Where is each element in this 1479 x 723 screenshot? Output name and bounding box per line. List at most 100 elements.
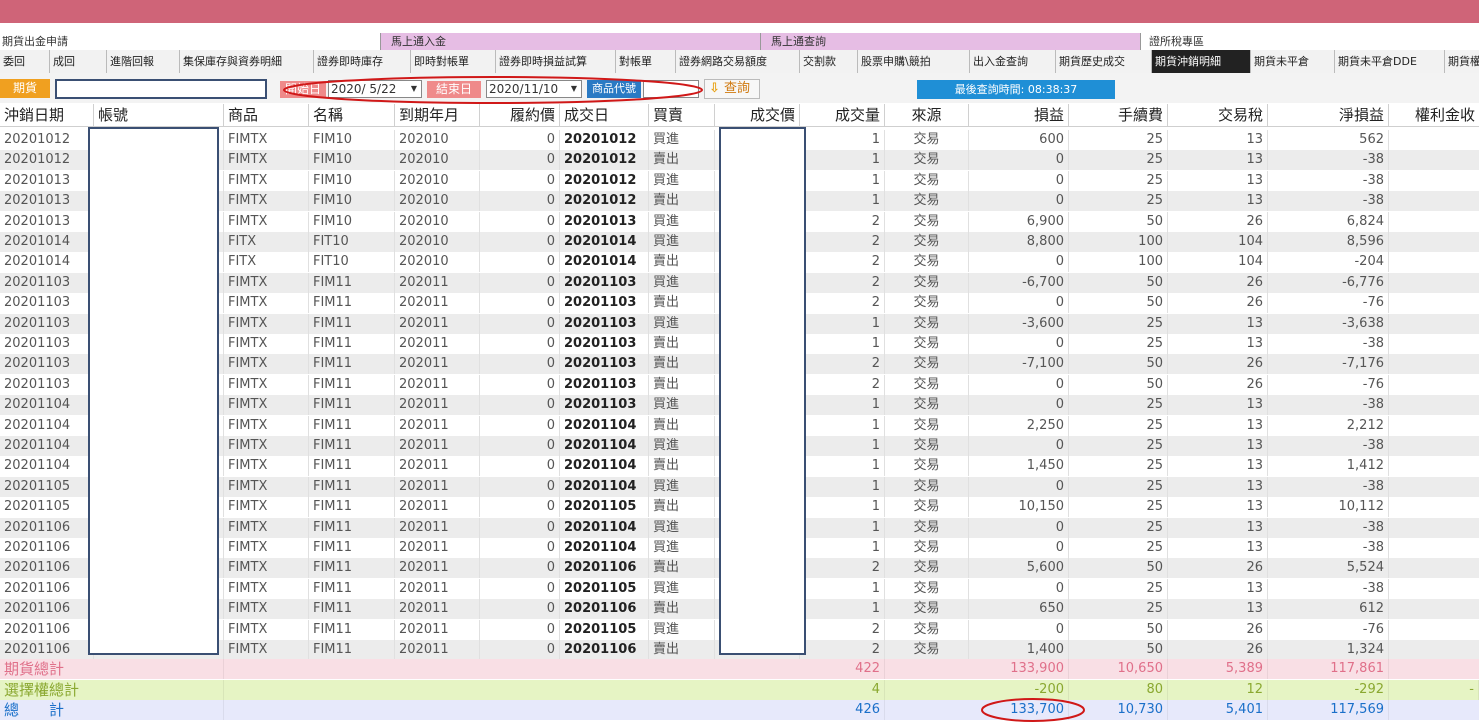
last-query-time: 最後查詢時間: 08:38:37 <box>917 80 1115 99</box>
cell-source: 交易 <box>885 599 969 620</box>
tab-futures-open[interactable]: 期貨未平倉 <box>1251 50 1335 73</box>
col-tax[interactable]: 交易稅 <box>1168 104 1268 126</box>
cell-net-pnl: -38 <box>1268 517 1389 538</box>
col-trade-date[interactable]: 成交日 <box>560 104 649 126</box>
col-side[interactable]: 買賣 <box>649 104 715 126</box>
col-qty[interactable]: 成交量 <box>800 104 885 126</box>
cell-name: FIM11 <box>309 395 395 416</box>
tab-futures-open-dde[interactable]: 期貨未平倉DDE <box>1335 50 1445 73</box>
tab-futures-history[interactable]: 期貨歷史成交 <box>1056 50 1152 73</box>
section-tax[interactable]: 證所稅專區 <box>1140 33 1479 50</box>
cell-trade-date: 20201103 <box>560 334 649 354</box>
query-button[interactable]: ⇩ 查詢 <box>704 79 760 99</box>
cell-strike: 0 <box>480 558 560 579</box>
cell-fee: 50 <box>1069 272 1168 293</box>
cell-strike: 0 <box>480 619 560 640</box>
section-deposit[interactable]: 馬上通入金 <box>380 33 760 50</box>
cell-product: FIMTX <box>224 415 309 436</box>
tab-custody[interactable]: 集保庫存與資券明細 <box>180 50 314 73</box>
cell-side: 賣出 <box>649 191 715 212</box>
tab-trading-limit[interactable]: 證券網路交易額度 <box>676 50 800 73</box>
cell-pnl: 5,600 <box>969 558 1069 579</box>
cell-expiry: 202011 <box>395 497 480 518</box>
tab-statement[interactable]: 對帳單 <box>616 50 676 73</box>
cell-premium <box>1389 273 1479 293</box>
section-query[interactable]: 馬上通查詢 <box>760 33 1140 50</box>
account-input[interactable] <box>55 79 267 99</box>
tab-fill-report[interactable]: 成回 <box>50 50 107 73</box>
col-source[interactable]: 來源 <box>885 104 969 126</box>
col-name[interactable]: 名稱 <box>309 104 395 126</box>
tab-advanced-report[interactable]: 進階回報 <box>107 50 180 73</box>
col-pnl[interactable]: 損益 <box>969 104 1069 126</box>
cell-tax: 26 <box>1168 272 1268 293</box>
market-select[interactable]: 期貨 <box>0 79 50 98</box>
cell-side: 賣出 <box>649 497 715 518</box>
col-net-pnl[interactable]: 淨損益 <box>1268 104 1389 126</box>
col-offset-date[interactable]: 沖銷日期 <box>0 104 94 126</box>
cell-source: 交易 <box>885 578 969 599</box>
cell-fee: 50 <box>1069 211 1168 232</box>
cell-offset-date: 20201106 <box>0 619 94 640</box>
tab-stock-inventory[interactable]: 證券即時庫存 <box>314 50 411 73</box>
cell-product: FIMTX <box>224 538 309 558</box>
cell-expiry: 202011 <box>395 415 480 436</box>
cell-net-pnl: -38 <box>1268 150 1389 171</box>
tab-futures-rights[interactable]: 期貨權 <box>1445 50 1479 73</box>
section-withdrawal[interactable]: 期貨出金申請 <box>0 33 380 50</box>
tab-pnl-estimate[interactable]: 證券即時損益試算 <box>496 50 616 73</box>
cell-net-pnl: 1,324 <box>1268 640 1389 660</box>
cell-product: FIMTX <box>224 191 309 212</box>
cell-side: 買進 <box>649 619 715 640</box>
cell-qty: 2 <box>800 354 885 375</box>
cell-strike: 0 <box>480 293 560 314</box>
col-price[interactable]: 成交價 <box>715 104 800 126</box>
cell-tax: 13 <box>1168 415 1268 436</box>
total-fee: 10,650 <box>1069 659 1168 679</box>
tab-order-report[interactable]: 委回 <box>0 50 50 73</box>
cell-pnl: 8,800 <box>969 232 1069 252</box>
cell-premium <box>1389 620 1479 640</box>
tab-cash-flow[interactable]: 出入金查詢 <box>970 50 1056 73</box>
account-redaction <box>88 127 219 655</box>
cell-source: 交易 <box>885 130 969 150</box>
total-qty: 4 <box>800 679 885 700</box>
cell-pnl: -3,600 <box>969 313 1069 334</box>
spacer <box>0 23 1479 33</box>
cell-net-pnl: 6,824 <box>1268 211 1389 232</box>
cell-fee: 25 <box>1069 517 1168 538</box>
tab-futures-offset[interactable]: 期貨沖銷明細 <box>1152 50 1251 73</box>
cell-trade-date: 20201104 <box>560 517 649 538</box>
cell-pnl: 2,250 <box>969 415 1069 436</box>
cell-name: FIM11 <box>309 476 395 497</box>
cell-strike: 0 <box>480 395 560 416</box>
cell-source: 交易 <box>885 211 969 232</box>
col-strike[interactable]: 履約價 <box>480 104 560 126</box>
cell-product: FIMTX <box>224 599 309 620</box>
cell-qty: 1 <box>800 436 885 456</box>
cell-premium <box>1389 558 1479 578</box>
tab-realtime-statement[interactable]: 即時對帳單 <box>411 50 496 73</box>
cell-product: FIMTX <box>224 374 309 395</box>
cell-premium <box>1389 456 1479 476</box>
cell-qty: 2 <box>800 640 885 660</box>
cell-product: FIMTX <box>224 272 309 293</box>
col-product[interactable]: 商品 <box>224 104 309 126</box>
cell-fee: 50 <box>1069 293 1168 314</box>
col-account[interactable]: 帳號 <box>94 104 224 126</box>
col-fee[interactable]: 手續費 <box>1069 104 1168 126</box>
col-premium[interactable]: 權利金收 <box>1389 104 1479 126</box>
total-tax: 12 <box>1168 679 1268 700</box>
cell-tax: 13 <box>1168 578 1268 599</box>
cell-qty: 2 <box>800 293 885 314</box>
tab-ipo[interactable]: 股票申購\競拍 <box>858 50 970 73</box>
col-expiry[interactable]: 到期年月 <box>395 104 480 126</box>
cell-fee: 25 <box>1069 313 1168 334</box>
cell-expiry: 202011 <box>395 558 480 579</box>
cell-net-pnl: -6,776 <box>1268 272 1389 293</box>
cell-premium <box>1389 293 1479 313</box>
cell-pnl: 0 <box>969 578 1069 599</box>
cell-trade-date: 20201104 <box>560 476 649 497</box>
tab-settlement[interactable]: 交割款 <box>800 50 858 73</box>
cell-source: 交易 <box>885 640 969 660</box>
